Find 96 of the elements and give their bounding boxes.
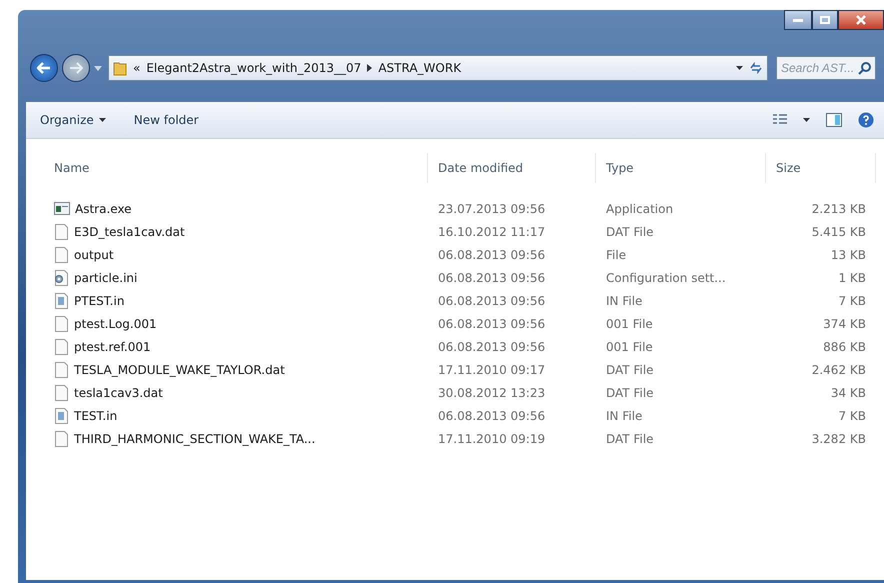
type-cell-text: DAT File [605, 384, 655, 402]
size-cell-text: 2.213 KB [810, 200, 867, 218]
help-icon[interactable] [858, 112, 874, 128]
column-header[interactable]: Name [44, 153, 428, 183]
file-icon [54, 430, 69, 446]
close-button[interactable] [838, 10, 884, 30]
caret-icon [736, 66, 743, 70]
forward-button[interactable] [62, 54, 90, 82]
file-name-cell[interactable]: Astra.exe [44, 197, 428, 220]
date-cell-text: 23.07.2013 09:56 [437, 200, 546, 218]
file-name: Astra.exe [75, 202, 132, 216]
folder-icon [113, 60, 127, 76]
size-cell-text: 3.282 KB [810, 430, 867, 448]
file-name-cell[interactable]: tesla1cav3.dat [44, 381, 428, 404]
maximize-icon [820, 16, 830, 24]
settings-file-icon [54, 270, 69, 286]
file-icon [54, 316, 69, 332]
search-field[interactable]: Search AST... [776, 56, 876, 80]
address-bar[interactable]: « Elegant2Astra_work_with_2013__07 ASTRA_WORK [108, 55, 768, 81]
file-name-cell[interactable]: E3D_tesla1cav.dat [44, 220, 428, 243]
file-name-cell[interactable]: TEST.in [44, 404, 428, 427]
type-cell-text: Configuration sett... [605, 270, 727, 286]
file-name-cell[interactable]: THIRD_HARMONIC_SECTION_WAKE_TA... [44, 427, 428, 450]
file-name-cell[interactable]: ptest.Log.001 [44, 312, 428, 335]
date-cell-text: 17.11.2010 09:17 [437, 362, 546, 378]
file-icon [54, 384, 69, 400]
type-cell-text: DAT File [605, 430, 655, 448]
size-cell-text: 2.462 KB [810, 362, 867, 378]
date-cell-text: 16.10.2012 11:17 [437, 224, 546, 240]
type-cell-text: IN File [605, 408, 644, 424]
type-cell-text: IN File [605, 292, 644, 310]
column-header[interactable]: Type [596, 153, 766, 183]
type-cell-text: DAT File [605, 224, 655, 240]
file-name: ptest.Log.001 [74, 316, 157, 330]
file-name-cell[interactable]: output [44, 243, 428, 266]
forward-arrow-icon [69, 62, 83, 74]
size-cell-text: 374 KB [822, 316, 867, 332]
back-button[interactable] [30, 54, 58, 82]
file-icon [54, 338, 69, 354]
date-cell-text: 06.08.2013 09:56 [437, 246, 546, 264]
date-cell-text: 06.08.2013 09:56 [437, 292, 546, 310]
file-name: output [74, 248, 114, 262]
file-name-cell[interactable]: ptest.ref.001 [44, 335, 428, 358]
size-cell-text: 7 KB [837, 408, 867, 424]
file-name-cell[interactable]: TESLA_MODULE_WAKE_TAYLOR.dat [44, 358, 428, 381]
date-cell-text: 06.08.2013 09:56 [437, 408, 546, 424]
date-cell-text: 17.11.2010 09:19 [437, 430, 546, 448]
column-header[interactable]: Date modified [428, 153, 596, 183]
breadcrumb-arrow-icon[interactable] [367, 64, 372, 72]
file-name: tesla1cav3.dat [74, 386, 163, 400]
close-icon [856, 15, 866, 25]
size-cell-text: 34 KB [830, 384, 867, 402]
text-file-icon [54, 408, 69, 424]
type-cell-text: 001 File [605, 316, 654, 332]
toolbar-button[interactable]: Organize [40, 111, 106, 129]
maximize-button[interactable] [812, 10, 838, 30]
overflow-chevron[interactable]: « [133, 61, 140, 75]
file-icon [54, 224, 69, 240]
history-dropdown-icon[interactable] [94, 66, 102, 70]
breadcrumb-item[interactable]: Elegant2Astra_work_with_2013__07 [146, 61, 362, 75]
minimize-button[interactable] [784, 10, 812, 30]
date-cell-text: 06.08.2013 09:56 [437, 270, 546, 286]
refresh-icon[interactable] [749, 62, 763, 74]
file-name: particle.ini [74, 270, 138, 284]
date-cell-text: 06.08.2013 09:56 [437, 316, 546, 332]
view-options-icon[interactable] [773, 114, 787, 126]
file-name-cell[interactable]: particle.ini [44, 266, 428, 289]
column-header[interactable]: Size [766, 153, 876, 183]
application-icon [54, 202, 70, 215]
toolbar-button[interactable]: New folder [134, 111, 199, 129]
file-name: THIRD_HARMONIC_SECTION_WAKE_TA... [74, 432, 316, 446]
size-cell-text: 13 KB [830, 246, 867, 264]
back-arrow-icon [37, 62, 51, 74]
minimize-icon [793, 18, 803, 22]
file-name-cell[interactable]: PTEST.in [44, 289, 428, 312]
date-cell-text: 30.08.2012 13:23 [437, 384, 546, 402]
size-cell-text: 886 KB [822, 338, 867, 356]
type-cell-text: File [605, 246, 628, 264]
file-name: TEST.in [74, 408, 118, 422]
text-file-icon [54, 292, 69, 308]
file-name: E3D_tesla1cav.dat [74, 224, 185, 238]
file-name: ptest.ref.001 [74, 340, 151, 354]
file-icon [54, 362, 69, 378]
file-name: TESLA_MODULE_WAKE_TAYLOR.dat [74, 362, 285, 376]
file-icon [54, 246, 69, 262]
caret-icon [803, 118, 810, 122]
size-cell-text: 1 KB [837, 270, 867, 286]
size-cell-text: 7 KB [837, 292, 867, 310]
date-cell-text: 06.08.2013 09:56 [437, 338, 546, 356]
size-cell-text: 5.415 KB [810, 224, 867, 240]
type-cell-text: Application [605, 200, 674, 218]
file-name: PTEST.in [74, 294, 124, 308]
preview-pane-icon[interactable] [826, 113, 842, 127]
breadcrumb-item[interactable]: ASTRA_WORK [378, 61, 462, 75]
type-cell-text: 001 File [605, 338, 654, 356]
type-cell-text: DAT File [605, 362, 655, 378]
